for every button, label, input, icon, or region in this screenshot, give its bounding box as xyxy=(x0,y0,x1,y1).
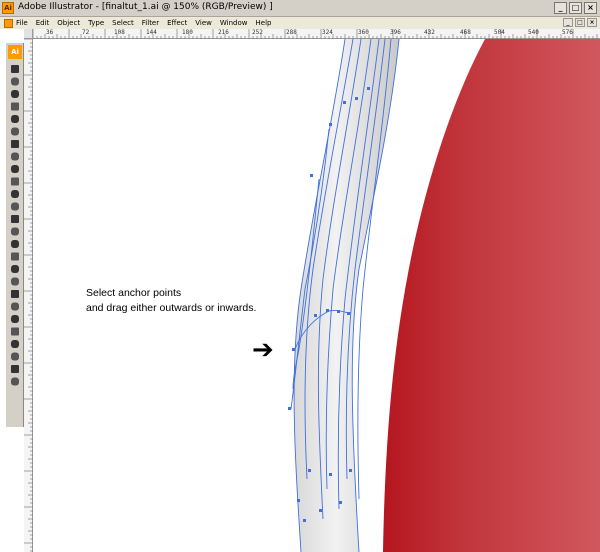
instruction-annotation: Select anchor points and drag either out… xyxy=(86,286,256,316)
column-graph-tool-icon[interactable] xyxy=(11,252,19,261)
doc-restore-button[interactable]: □ xyxy=(575,18,585,27)
minimize-button[interactable]: _ xyxy=(554,2,567,14)
line-segment-tool-icon[interactable] xyxy=(11,140,19,148)
menu-edit[interactable]: Edit xyxy=(36,19,50,27)
ruler-label: 396 xyxy=(390,29,401,36)
slice-tool-icon[interactable] xyxy=(11,340,19,348)
hand-tool-icon[interactable] xyxy=(11,365,19,373)
ruler-label: 324 xyxy=(322,29,333,36)
ruler-ticks-left xyxy=(24,39,33,552)
ellipse-tool-icon[interactable] xyxy=(11,152,19,161)
blend-tool-icon[interactable] xyxy=(11,302,19,311)
menu-help[interactable]: Help xyxy=(256,19,272,27)
ruler-label: 360 xyxy=(358,29,369,36)
zoom-tool-icon[interactable] xyxy=(11,377,19,386)
menu-type[interactable]: Type xyxy=(88,19,104,27)
crop-area-tool-icon[interactable] xyxy=(11,327,19,336)
ruler-label: 468 xyxy=(460,29,471,36)
doc-minimize-button[interactable]: _ xyxy=(563,18,573,27)
menu-object[interactable]: Object xyxy=(57,19,80,27)
type-tool-icon[interactable] xyxy=(11,127,19,136)
menu-view[interactable]: View xyxy=(195,19,212,27)
pen-tool-icon[interactable] xyxy=(11,115,19,123)
menu-select[interactable]: Select xyxy=(112,19,134,27)
tools-panel: Ai xyxy=(6,43,24,427)
eyedropper-tool-icon[interactable] xyxy=(11,290,19,298)
close-button[interactable]: × xyxy=(584,2,597,14)
lasso-tool-icon[interactable] xyxy=(11,102,19,111)
eraser-tool-icon[interactable] xyxy=(11,352,19,361)
tool-icons xyxy=(11,65,19,386)
menu-filter[interactable]: Filter xyxy=(142,19,159,27)
ruler-label: 576 xyxy=(562,29,573,36)
selection-tool-icon[interactable] xyxy=(11,65,19,73)
document-icon[interactable] xyxy=(4,18,13,28)
ruler-label: 108 xyxy=(114,29,125,36)
magic-wand-tool-icon[interactable] xyxy=(11,90,19,98)
window-title: Adobe Illustrator - [finaltut_1.ai @ 150… xyxy=(18,2,273,12)
gradient-tool-icon[interactable] xyxy=(11,277,19,286)
maximize-button[interactable]: □ xyxy=(569,2,582,14)
horizontal-ruler[interactable]: 36 72 108 144 180 216 252 288 324 360 39… xyxy=(24,29,600,39)
ruler-origin[interactable] xyxy=(24,29,33,39)
pencil-tool-icon[interactable] xyxy=(11,177,19,186)
document-controls: _ □ × xyxy=(563,18,597,27)
ruler-label: 252 xyxy=(252,29,263,36)
ruler-label: 504 xyxy=(494,29,505,36)
menubar: File Edit Object Type Select Filter Effe… xyxy=(0,17,600,29)
annotation-line-1: Select anchor points xyxy=(86,287,182,299)
menu-window[interactable]: Window xyxy=(220,19,248,27)
ruler-label: 72 xyxy=(82,29,90,36)
annotation-line-2: and drag either outwards or inwards. xyxy=(86,302,257,314)
menu-effect[interactable]: Effect xyxy=(167,19,187,27)
live-paint-bucket-tool-icon[interactable] xyxy=(11,315,19,323)
red-shape[interactable] xyxy=(383,39,600,552)
ruler-label: 288 xyxy=(286,29,297,36)
ruler-label: 144 xyxy=(146,29,157,36)
mesh-tool-icon[interactable] xyxy=(11,265,19,273)
right-arrow-icon: ➔ xyxy=(252,335,274,365)
window-controls: _ □ × xyxy=(554,2,597,14)
rotate-tool-icon[interactable] xyxy=(11,190,19,198)
paintbrush-tool-icon[interactable] xyxy=(11,165,19,173)
menu-file[interactable]: File xyxy=(16,19,28,27)
scale-tool-icon[interactable] xyxy=(11,202,19,211)
warp-tool-icon[interactable] xyxy=(11,215,19,223)
illustrator-icon: Ai xyxy=(2,2,14,14)
direct-selection-tool-icon[interactable] xyxy=(11,77,19,86)
free-transform-tool-icon[interactable] xyxy=(11,227,19,236)
window-titlebar: Ai Adobe Illustrator - [finaltut_1.ai @ … xyxy=(0,0,600,17)
ruler-label: 540 xyxy=(528,29,539,36)
ruler-label: 180 xyxy=(182,29,193,36)
ruler-label: 216 xyxy=(218,29,229,36)
symbol-sprayer-tool-icon[interactable] xyxy=(11,240,19,248)
doc-close-button[interactable]: × xyxy=(587,18,597,27)
vertical-ruler[interactable] xyxy=(24,39,33,552)
ruler-label: 432 xyxy=(424,29,435,36)
ruler-label: 36 xyxy=(46,29,54,36)
ruler-ticks-top xyxy=(32,29,598,39)
